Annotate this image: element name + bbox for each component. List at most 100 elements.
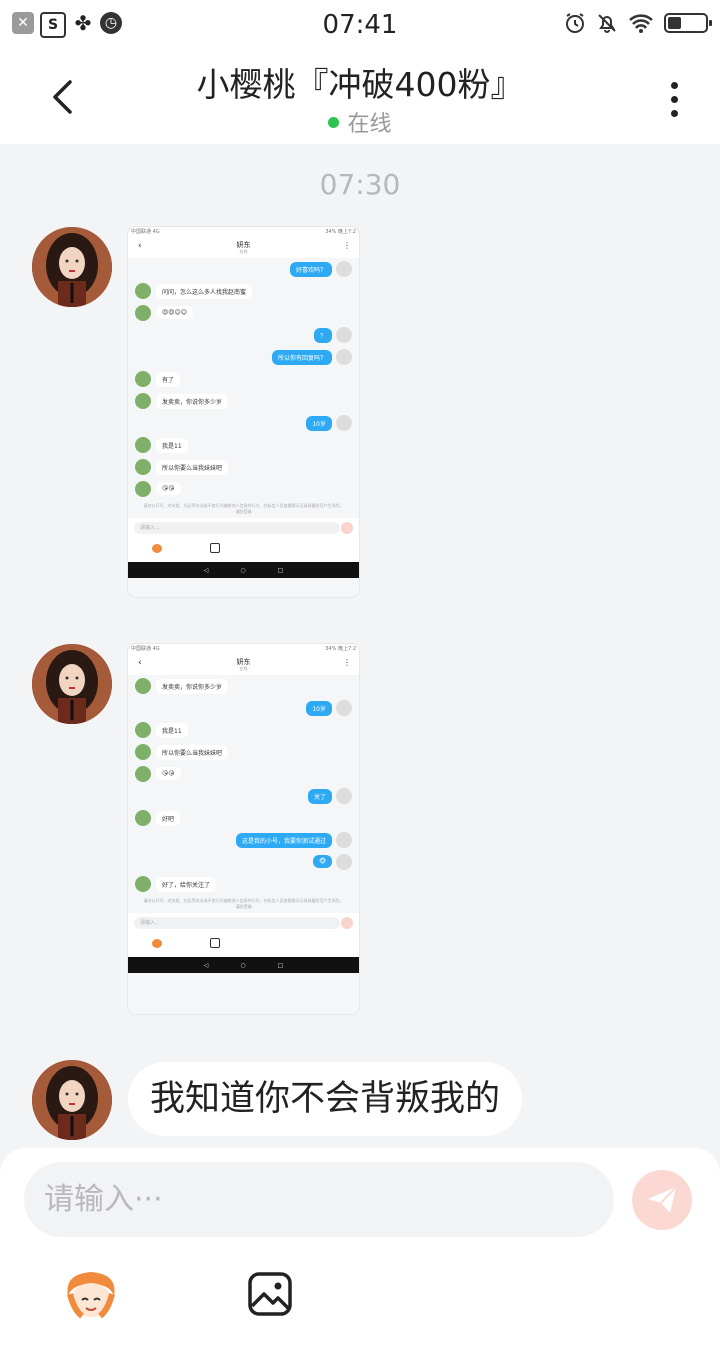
image-icon	[248, 1272, 292, 1316]
image-message-1[interactable]: 中国联通 4G 34% 晚上7:2 ‹ 妍东 在线 ⋮ 好喜欢吗？ 问问，怎么这么多人找我赵南…	[128, 227, 359, 597]
shot-message-row: 10岁	[128, 697, 359, 719]
shot-avatar	[135, 459, 151, 475]
shot-avatar	[135, 766, 151, 782]
shot-notice: 请勿以开号、对关组、社区等非法或不良行为骗取他人信息的行为，在私信人员查看聊天记…	[143, 503, 344, 514]
online-status: 在线	[0, 106, 720, 138]
message-input[interactable]	[24, 1162, 614, 1237]
shot-input-field: 请输入...	[134, 917, 340, 929]
shot-emoji-icon	[152, 544, 162, 553]
shot-more-icon: ⋮	[343, 241, 351, 250]
shot-message-row: 所以你要么当我妹妹吧	[128, 456, 359, 478]
shot-avatar	[336, 832, 352, 848]
shot-avatar	[135, 744, 151, 760]
more-options-button[interactable]	[652, 74, 696, 124]
shot-message-row: 我是11	[128, 719, 359, 741]
shot-bubble-right: 🐵	[313, 855, 332, 868]
shot-input-area: 请输入...	[128, 913, 359, 957]
battery-icon	[664, 13, 712, 33]
shot-message-row: 😘😘	[128, 763, 359, 785]
avatar[interactable]	[32, 644, 112, 724]
avatar[interactable]	[32, 1060, 112, 1140]
shot-nav-back-icon: ◁	[203, 961, 209, 969]
more-dot	[670, 95, 678, 103]
shot-message-row: 发卖卖，你说你多少岁	[128, 390, 359, 412]
shot-notice: 请勿以开号、对关组、社区等非法或不良行为骗取他人信息的行为，在私信人员查看聊天记…	[143, 898, 344, 909]
shot-status-right: 34% 晚上7:2	[325, 229, 356, 235]
shot-nav-recent-icon: □	[277, 961, 284, 969]
shot-nav-recent-icon: □	[277, 566, 284, 574]
shot-avatar	[336, 349, 352, 365]
shot-avatar	[336, 854, 352, 870]
avatar[interactable]	[32, 227, 112, 307]
shot-message-row: 所以你要么当我妹妹吧	[128, 741, 359, 763]
shot-emoji-icon	[152, 939, 162, 948]
shot-nav-bar: ◁ ○ □	[128, 957, 359, 973]
shot-bubble-left: 我是11	[156, 438, 188, 453]
more-dot	[670, 109, 678, 117]
shot-avatar	[135, 393, 151, 409]
avatar-portrait-icon	[32, 227, 112, 307]
chat-header: 小樱桃『冲破400粉』 在线	[0, 50, 720, 144]
chat-title: 小樱桃『冲破400粉』	[196, 65, 524, 104]
shot-bubble-left: 我是11	[156, 723, 188, 738]
shot-send-icon	[341, 522, 353, 534]
shot-more-icon: ⋮	[343, 658, 351, 667]
shot-avatar	[336, 700, 352, 716]
shot-message-row: 我是11	[128, 434, 359, 456]
shot-bubble-left: 有了	[156, 372, 181, 387]
online-dot-icon	[328, 116, 340, 128]
shot-send-icon	[341, 917, 353, 929]
shot-message-row: ？	[128, 324, 359, 346]
avatar-portrait-icon	[32, 644, 112, 724]
bell-off-icon	[598, 14, 616, 33]
shot-message-row: 好喜欢吗？	[128, 258, 359, 280]
avatar-portrait-icon	[32, 1060, 112, 1140]
shot-nav-home-icon: ○	[240, 566, 246, 574]
shot-avatar	[135, 678, 151, 694]
status-right-icons	[564, 12, 712, 34]
shot-avatar	[336, 261, 352, 277]
shot-avatar	[135, 305, 151, 321]
shot-bubble-left: 发卖卖，你说你多少岁	[156, 679, 229, 694]
shot-avatar	[135, 876, 151, 892]
shot-bubble-left: 问问，怎么这么多人找我赵南蜜	[156, 284, 253, 299]
shot-avatar	[336, 415, 352, 431]
shot-message-row: 这是我的小号，我要你测试通过	[128, 829, 359, 851]
composer-panel	[0, 1148, 720, 1356]
shot-avatar	[135, 722, 151, 738]
shot-bubble-left: 好了，给你关注了	[156, 877, 217, 892]
send-button[interactable]	[632, 1170, 692, 1230]
shot-image-icon	[210, 543, 220, 553]
emoji-button[interactable]	[60, 1266, 122, 1322]
shot-status-left: 中国联通 4G	[131, 646, 160, 652]
send-icon	[648, 1186, 677, 1213]
shot-status-right: 34% 晚上7:2	[325, 646, 356, 652]
shot-bubble-right: 10岁	[306, 416, 332, 431]
shot-header: ‹ 妍东 在线 ⋮	[128, 653, 359, 675]
shot-message-row: 有了	[128, 368, 359, 390]
shot-bubble-right: 这是我的小号，我要你测试通过	[235, 833, 332, 848]
shot-bubble-right: 所以你有回复吗？	[271, 350, 332, 365]
image-button[interactable]	[246, 1270, 294, 1318]
shot-subtitle: 在线	[239, 249, 248, 254]
shot-bubble-left: 😘😘	[156, 767, 181, 780]
image-message-2[interactable]: 中国联通 4G 34% 晚上7:2 ‹ 妍东 在线 ⋮ 发卖卖，你说你多少岁 10岁我是11 所…	[128, 644, 359, 1014]
shot-image-icon	[210, 938, 220, 948]
shot-bubble-left: 所以你要么当我妹妹吧	[156, 745, 229, 760]
shot-message-row: 好了，给你关注了	[128, 873, 359, 895]
shot-bubble-left: 发卖卖，你说你多少岁	[156, 394, 229, 409]
shot-message-row: 问问，怎么这么多人找我赵南蜜	[128, 280, 359, 302]
shot-message-row: 😘😘	[128, 478, 359, 500]
shot-input-field: 请输入...	[134, 522, 340, 534]
shot-bubble-left: 😍😍😊😊	[156, 306, 194, 319]
shot-input-area: 请输入...	[128, 518, 359, 562]
text-message-bubble[interactable]: 我知道你不会背叛我的	[128, 1062, 523, 1136]
emoji-icon	[67, 1272, 115, 1319]
shot-nav-back-icon: ◁	[203, 566, 209, 574]
shot-bubble-right: 10岁	[306, 701, 332, 716]
more-dot	[670, 81, 678, 89]
shot-bubble-right: 好喜欢吗？	[289, 262, 332, 277]
shot-avatar	[135, 481, 151, 497]
shot-avatar	[336, 327, 352, 343]
shot-avatar	[135, 437, 151, 453]
